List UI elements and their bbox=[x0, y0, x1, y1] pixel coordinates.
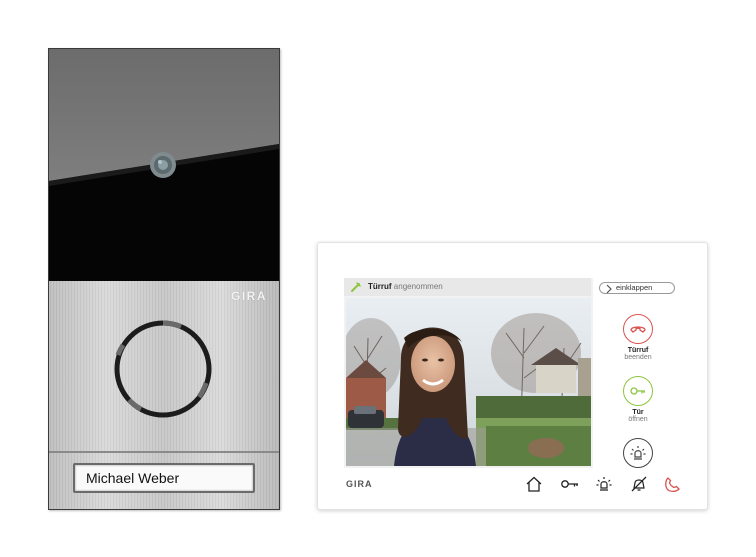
hangup-nav-button[interactable] bbox=[662, 473, 684, 495]
gira-logo: GIRA bbox=[346, 479, 373, 489]
open-door-title: Tür bbox=[632, 409, 644, 416]
home-button[interactable] bbox=[523, 473, 545, 495]
light-button[interactable] bbox=[623, 438, 653, 468]
mute-bell-icon bbox=[631, 476, 647, 492]
key-icon bbox=[630, 387, 645, 395]
steel-panel: GIRA Michael Weber bbox=[49, 281, 279, 509]
call-status-subtitle: angenommen bbox=[393, 282, 443, 291]
light-action[interactable] bbox=[593, 438, 683, 468]
light-icon bbox=[630, 446, 646, 460]
mute-bell-button[interactable] bbox=[628, 473, 650, 495]
end-call-title: Türruf bbox=[627, 347, 649, 354]
end-call-action[interactable]: Türruf beenden bbox=[593, 314, 683, 361]
gira-logo: GIRA bbox=[231, 289, 267, 303]
light-nav-button[interactable] bbox=[593, 473, 615, 495]
chevron-right-icon bbox=[606, 284, 612, 294]
end-call-subtitle: beenden bbox=[624, 354, 652, 361]
call-status-title: Türruf bbox=[368, 282, 392, 291]
call-status-text: Türruf angenommen bbox=[368, 278, 443, 296]
camera-video-feed bbox=[346, 298, 591, 466]
bell-button-ring-icon[interactable] bbox=[111, 317, 215, 421]
key-icon bbox=[561, 480, 578, 488]
open-door-button[interactable] bbox=[623, 376, 653, 406]
collapse-label: einklappen bbox=[616, 283, 653, 292]
home-icon bbox=[526, 476, 542, 492]
camera-glass-panel bbox=[49, 49, 279, 281]
light-icon bbox=[596, 477, 612, 491]
nameplate-label: Michael Weber bbox=[86, 470, 180, 486]
collapse-button[interactable]: einklappen bbox=[599, 282, 675, 294]
call-active-icon bbox=[351, 282, 361, 292]
end-call-button[interactable] bbox=[623, 314, 653, 344]
call-status-bar: Türruf angenommen bbox=[344, 278, 591, 296]
open-door-subtitle: öffnen bbox=[628, 416, 648, 423]
action-sidepanel: einklappen Türruf beenden Tür öffnen bbox=[593, 278, 683, 468]
nameplate-button[interactable]: Michael Weber bbox=[73, 463, 255, 493]
door-station: GIRA Michael Weber bbox=[48, 48, 280, 510]
door-open-nav-button[interactable] bbox=[558, 473, 580, 495]
open-door-action[interactable]: Tür öffnen bbox=[593, 376, 683, 423]
panel-divider bbox=[49, 451, 279, 453]
indoor-monitor: Türruf angenommen einklappen Türruf been… bbox=[317, 242, 708, 510]
hangup-icon bbox=[665, 477, 680, 493]
camera-lens-icon bbox=[150, 152, 176, 178]
hangup-icon bbox=[630, 326, 646, 333]
monitor-screen: Türruf angenommen einklappen Türruf been… bbox=[344, 278, 683, 468]
